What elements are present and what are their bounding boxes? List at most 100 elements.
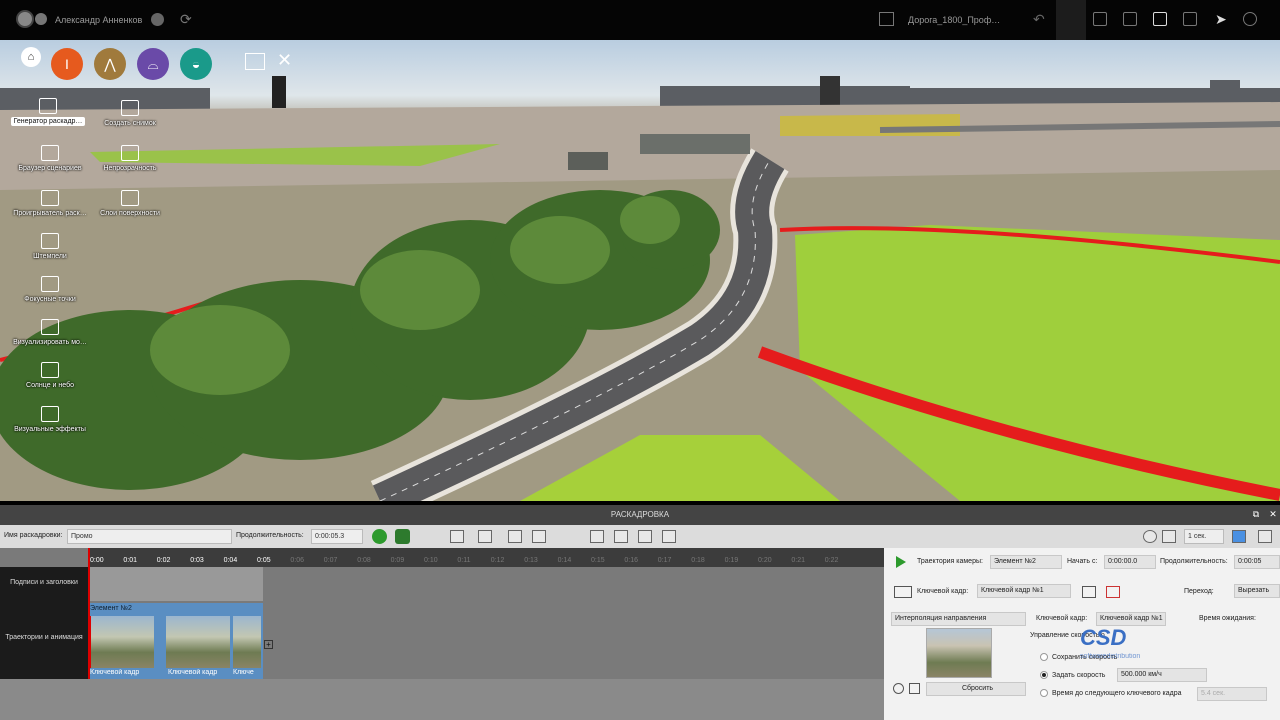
add-path-icon[interactable] xyxy=(450,530,464,543)
speed-input[interactable]: 500.000 км/ч xyxy=(1117,668,1207,682)
grid3-icon[interactable] xyxy=(638,530,652,543)
play-path-button[interactable] xyxy=(896,556,906,568)
duration-input[interactable]: 0:00:05.3 xyxy=(311,529,363,544)
grid2-icon[interactable] xyxy=(614,530,628,543)
add-keyframe-button[interactable] xyxy=(1082,586,1096,598)
bridge-icon[interactable]: ⌓ xyxy=(137,48,169,80)
refresh-icon[interactable] xyxy=(893,683,904,694)
add-keyframe-icon[interactable] xyxy=(508,530,522,543)
properties-icon[interactable] xyxy=(1258,530,1272,543)
tool-opacity[interactable]: Непрозрачность xyxy=(90,145,170,172)
fit-icon[interactable] xyxy=(1162,530,1176,543)
play-button[interactable] xyxy=(372,529,387,544)
image-icon[interactable] xyxy=(1183,12,1197,26)
tool-stamps[interactable]: Штемпели xyxy=(10,233,90,260)
tool-render-model[interactable]: Визуализировать мо… xyxy=(10,319,90,346)
ruler-tick: 0:08 xyxy=(357,557,371,564)
ruler-tick: 0:00 xyxy=(90,557,104,564)
path-duration-label: Продолжительность: xyxy=(1160,558,1228,565)
playhead[interactable] xyxy=(88,548,90,679)
track-name-titles: Подписи и заголовки xyxy=(10,579,78,586)
reset-button[interactable]: Сбросить xyxy=(926,682,1026,696)
scenario-browser-icon xyxy=(41,145,59,161)
tools-icon[interactable]: ✕ xyxy=(277,50,292,71)
cursor-icon[interactable]: ➤ xyxy=(1215,11,1227,28)
delete-icon[interactable] xyxy=(662,530,676,543)
ruler-tick: 0:13 xyxy=(524,557,538,564)
keyframe-select[interactable]: Ключевой кадр №1 xyxy=(977,584,1071,598)
capture-icon[interactable] xyxy=(532,530,546,543)
3d-viewport[interactable]: ⌂ I ⋀ ⌓ ◒ ✕ Генератор раскадр… Создать с… xyxy=(0,40,1280,501)
layout-icon[interactable] xyxy=(1093,12,1107,26)
project-name[interactable]: Дорога_1800_Проф… xyxy=(908,15,1000,25)
grid-icon[interactable] xyxy=(590,530,604,543)
start-input[interactable]: 0:00:00.0 xyxy=(1104,555,1156,569)
ruler-tick: 0:03 xyxy=(190,557,204,564)
redo-button[interactable] xyxy=(1056,0,1086,40)
tool-sun-sky[interactable]: Солнце и небо xyxy=(10,362,90,389)
path-duration-input[interactable]: 0:00:05 xyxy=(1234,555,1280,569)
sync-icon[interactable]: ⟳ xyxy=(180,11,192,28)
render-model-icon xyxy=(41,319,59,335)
ruler-tick: 0:01 xyxy=(123,557,138,564)
element-label: Элемент №2 xyxy=(90,605,132,612)
avatar[interactable] xyxy=(16,10,34,28)
timeline[interactable]: 0:00 0:01 0:02 0:03 0:04 0:05 0:06 0:07 0:08 0:09… xyxy=(0,548,884,720)
ruler-tick: 0:09 xyxy=(390,557,405,564)
time-ruler[interactable]: 0:00 0:01 0:02 0:03 0:04 0:05 0:06 0:07 0:08 0:09… xyxy=(88,548,884,567)
tool-focus-points[interactable]: Фокусные точки xyxy=(10,276,90,303)
home-icon[interactable]: ⌂ xyxy=(21,47,41,67)
zoom-icon[interactable] xyxy=(478,530,492,543)
ruler-tick: 0:15 xyxy=(591,557,605,564)
panel-icon[interactable] xyxy=(1123,12,1137,26)
add-element-icon[interactable]: + xyxy=(264,640,273,649)
keyframe-thumbnail[interactable] xyxy=(90,616,154,668)
keyframe-preview xyxy=(926,628,992,678)
animation-track[interactable]: Элемент №2 Ключевой кадр Ключевой кадр К… xyxy=(88,603,263,679)
keep-speed-radio[interactable] xyxy=(1040,653,1048,661)
detach-icon[interactable]: ⧉ xyxy=(1251,509,1261,519)
camera-path-input[interactable]: Элемент №2 xyxy=(990,555,1062,569)
capture-view-icon[interactable] xyxy=(909,683,920,694)
keyframe-thumbnail[interactable] xyxy=(233,616,261,668)
top-bar: Александр Анненков ⟳ Дорога_1800_Проф… ↶… xyxy=(0,0,1280,40)
sun-sky-icon xyxy=(41,362,59,378)
undo-icon[interactable]: ↶ xyxy=(1033,11,1045,28)
tool-storyboard-generator[interactable]: Генератор раскадр… xyxy=(8,98,88,126)
tool-scenario-browser[interactable]: Браузер сценариев xyxy=(10,145,90,172)
set-speed-radio[interactable] xyxy=(1040,671,1048,679)
transition-select[interactable]: Вырезать xyxy=(1234,584,1280,598)
road-icon[interactable]: I xyxy=(51,48,83,80)
surface-layers-icon xyxy=(121,190,139,206)
remove-keyframe-button[interactable] xyxy=(1106,586,1120,598)
stop-button[interactable] xyxy=(395,529,410,544)
tool-visual-effects[interactable]: Визуальные эффекты xyxy=(10,406,90,433)
keyframe-label: Ключе xyxy=(233,669,254,676)
ruler-tick: 0:07 xyxy=(323,557,338,564)
terrain-icon[interactable]: ⋀ xyxy=(94,48,126,80)
time-to-next-radio[interactable] xyxy=(1040,689,1048,697)
keyframe-thumbnail[interactable] xyxy=(166,616,230,668)
tool-player[interactable]: Проигрыватель раск… xyxy=(10,190,90,217)
close-icon[interactable]: ✕ xyxy=(1268,509,1278,519)
tool-surface-layers[interactable]: Слои поверхности xyxy=(90,190,170,217)
help-icon[interactable] xyxy=(1243,12,1257,26)
scene-render xyxy=(0,76,1280,501)
ruler-tick: 0:11 xyxy=(457,557,471,564)
link-icon[interactable] xyxy=(1232,530,1246,543)
status-icon[interactable] xyxy=(151,13,164,26)
presentation-icon[interactable] xyxy=(245,53,265,70)
zoom-timeline-icon[interactable] xyxy=(1143,530,1157,543)
camera-keyframe-icon[interactable] xyxy=(894,586,912,598)
titles-track[interactable] xyxy=(88,567,263,601)
fullscreen-icon[interactable] xyxy=(1153,12,1167,26)
stamp-icon xyxy=(41,233,59,249)
time-to-next-input[interactable]: 5.4 сек. xyxy=(1197,687,1267,701)
tool-create-snapshot[interactable]: Создать снимок xyxy=(90,100,170,127)
storyboard-name-input[interactable]: Промо xyxy=(67,529,232,544)
water-icon[interactable]: ◒ xyxy=(180,48,212,80)
interpolation-select[interactable]: Интерполяция направления xyxy=(891,612,1026,626)
menu-icon[interactable] xyxy=(35,13,47,25)
keyframe2-input[interactable]: Ключевой кадр №1 xyxy=(1096,612,1166,626)
time-unit-select[interactable]: 1 сек. xyxy=(1184,529,1224,544)
